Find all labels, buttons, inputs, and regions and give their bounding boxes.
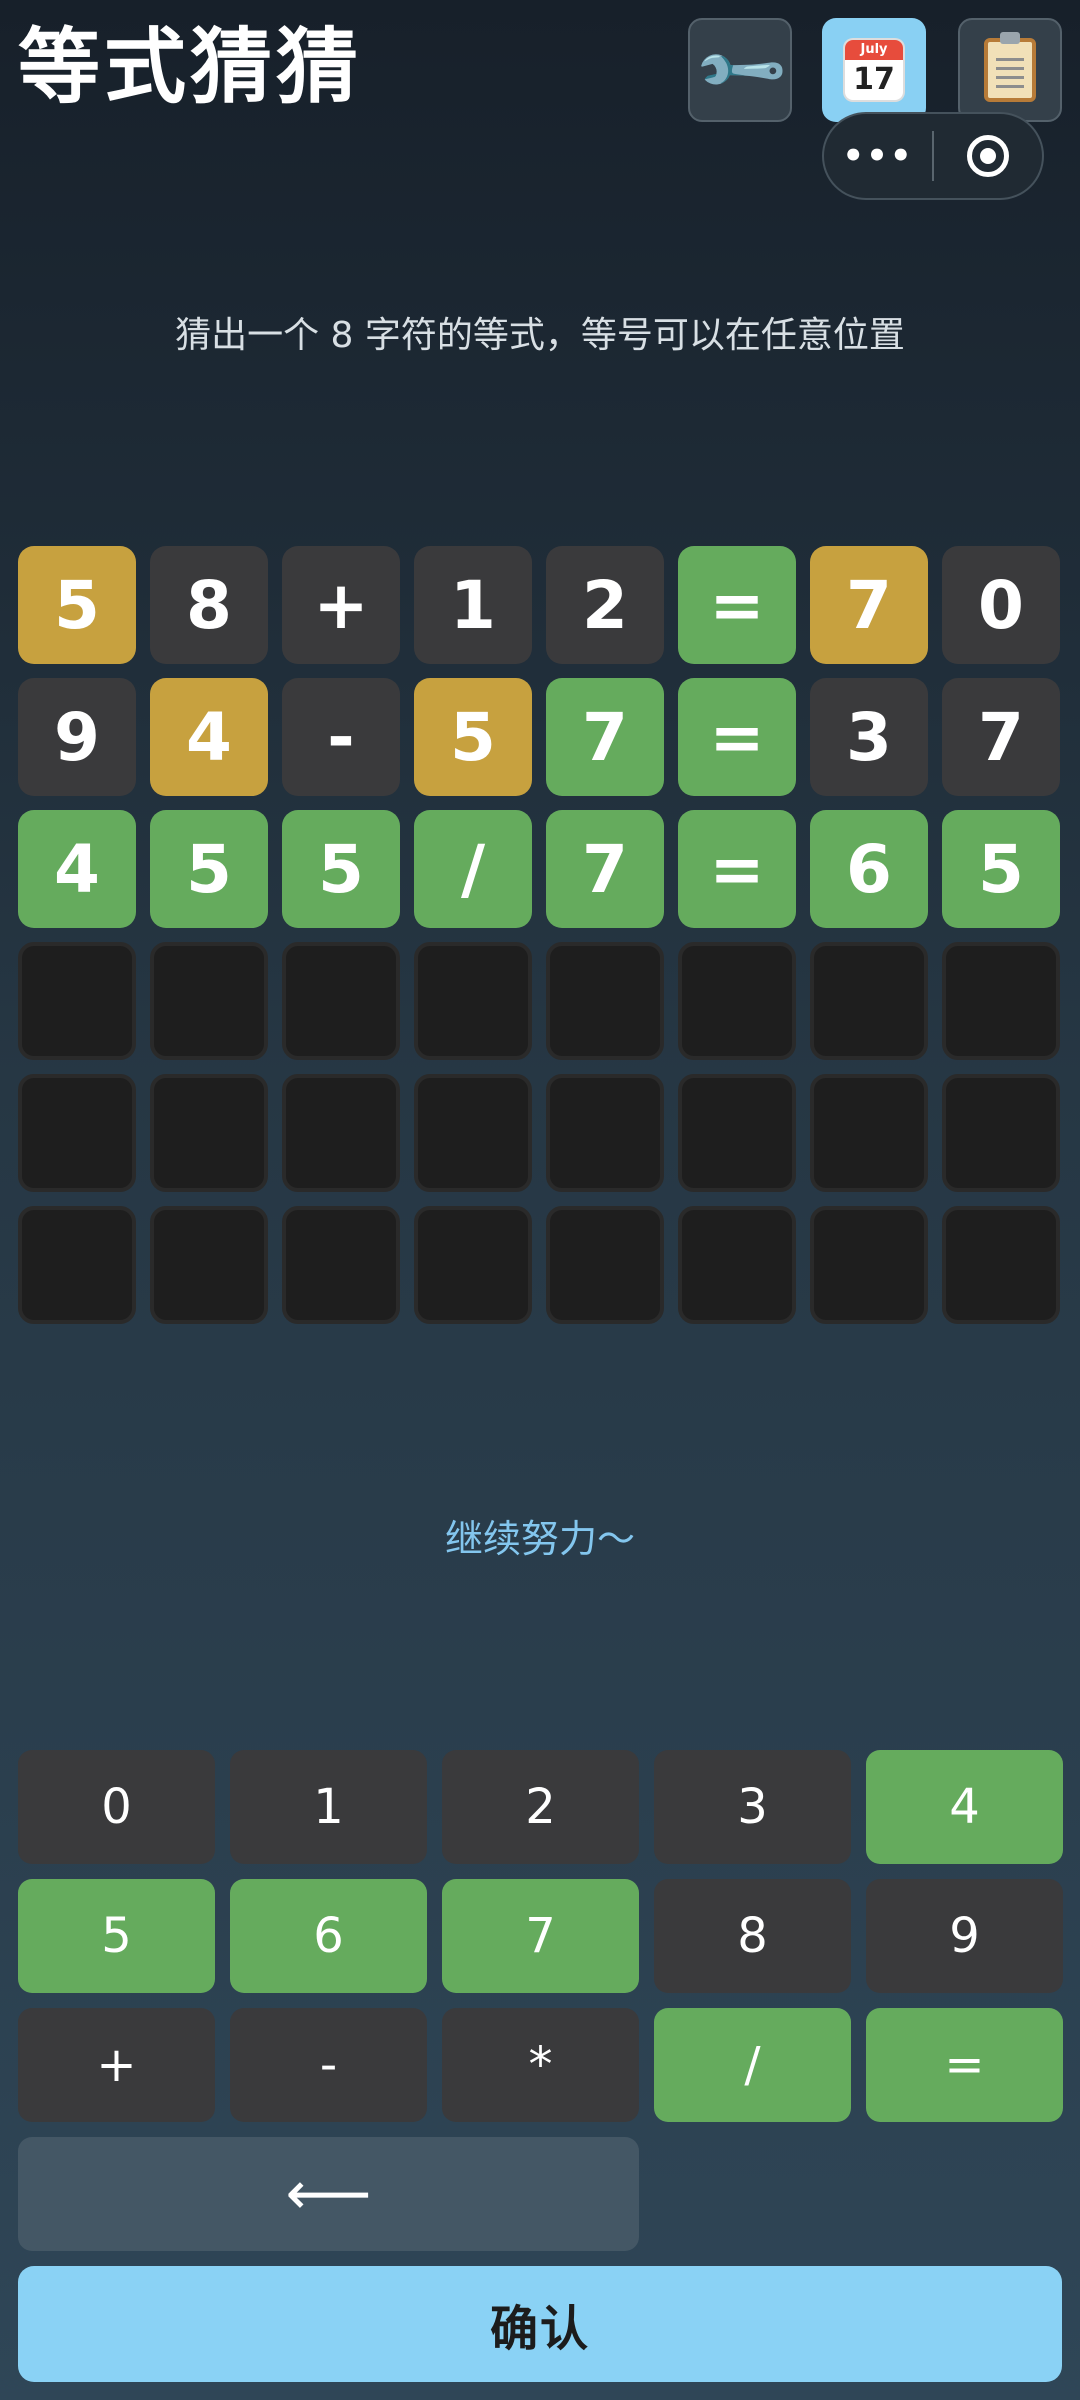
board-tile: 5 — [18, 546, 136, 664]
board-row: 4 5 5/7 = 6 5 — [18, 810, 1062, 928]
board-row: 5 8 +1 2 = 7 0 — [18, 546, 1062, 664]
status-message: 继续努力～ — [444, 1517, 635, 1561]
board-row — [18, 942, 1062, 1060]
board-tile — [546, 942, 664, 1060]
keyboard-row: + - * / = — [18, 2008, 1064, 2122]
key-button[interactable]: - — [230, 2008, 427, 2122]
key-button[interactable]: = — [866, 2008, 1063, 2122]
board-tile: = — [678, 678, 796, 796]
key-button[interactable]: 6 — [230, 1879, 427, 1993]
board-tile — [810, 1074, 928, 1192]
miniprogram-capsule: ••• — [822, 112, 1044, 200]
backspace-button[interactable]: ⟵ — [18, 2137, 639, 2251]
board-tile: 3 — [810, 678, 928, 796]
board-tile — [414, 1074, 532, 1192]
more-options-button[interactable]: ••• — [824, 136, 932, 176]
board-tile — [414, 1206, 532, 1324]
board-tile — [150, 942, 268, 1060]
wrench-icon: 🔧 — [689, 19, 792, 122]
key-button[interactable]: 3 — [654, 1750, 851, 1864]
board-tile — [414, 942, 532, 1060]
key-button[interactable]: / — [654, 2008, 851, 2122]
board-tile: / — [414, 810, 532, 928]
board-tile — [18, 942, 136, 1060]
keyboard-row: ⟵ — [18, 2137, 1064, 2251]
daily-calendar-button[interactable]: July 17 — [822, 18, 926, 122]
board-tile: = — [678, 546, 796, 664]
board-tile — [678, 1074, 796, 1192]
key-button[interactable]: 4 — [866, 1750, 1063, 1864]
board-tile — [546, 1206, 664, 1324]
board-tile — [942, 1206, 1060, 1324]
board-tile: 6 — [810, 810, 928, 928]
board-tile — [942, 1074, 1060, 1192]
target-icon — [967, 135, 1009, 177]
board-tile — [546, 1074, 664, 1192]
board-tile — [678, 1206, 796, 1324]
board-tile: 9 — [18, 678, 136, 796]
clipboard-button[interactable] — [958, 18, 1062, 122]
calendar-icon: July 17 — [845, 40, 903, 100]
page-title: 等式猜猜 — [18, 20, 363, 115]
board-tile: 7 — [810, 546, 928, 664]
board-tile — [150, 1074, 268, 1192]
board-tile — [942, 942, 1060, 1060]
board-row — [18, 1074, 1062, 1192]
board-tile: 5 — [414, 678, 532, 796]
board-tile — [678, 942, 796, 1060]
board-tile — [810, 1206, 928, 1324]
board-tile — [150, 1206, 268, 1324]
key-button[interactable]: 2 — [442, 1750, 639, 1864]
board-tile: 2 — [546, 546, 664, 664]
board-tile: = — [678, 810, 796, 928]
board-tile: 4 — [18, 810, 136, 928]
board-tile — [810, 942, 928, 1060]
board-row — [18, 1206, 1062, 1324]
board-tile: + — [282, 546, 400, 664]
key-button[interactable]: + — [18, 2008, 215, 2122]
board-tile: 8 — [150, 546, 268, 664]
board-tile: 7 — [546, 678, 664, 796]
keyboard-row: 01234 — [18, 1750, 1064, 1864]
board-tile — [282, 1206, 400, 1324]
board-tile — [18, 1206, 136, 1324]
keyboard-row: 56789 — [18, 1879, 1064, 1993]
key-button[interactable]: 5 — [18, 1879, 215, 1993]
board-tile: 1 — [414, 546, 532, 664]
board-tile — [18, 1074, 136, 1192]
guess-board: 5 8 +1 2 = 7 0 9 4-5 7 = 3 7 4 5 5/7 = 6 5 — [18, 546, 1062, 1338]
board-tile: 7 — [942, 678, 1060, 796]
board-tile: 7 — [546, 810, 664, 928]
board-tile: 4 — [150, 678, 268, 796]
settings-button[interactable]: 🔧 — [688, 18, 792, 122]
board-tile: - — [282, 678, 400, 796]
board-tile: 5 — [942, 810, 1060, 928]
keyboard: 0 1 2 3 4 5 6 7 8 9 + - * / = ⟵ — [18, 1750, 1064, 2266]
board-tile — [282, 1074, 400, 1192]
key-button[interactable]: 1 — [230, 1750, 427, 1864]
confirm-button[interactable]: 确认 — [18, 2266, 1062, 2382]
calendar-month: July — [845, 40, 903, 60]
board-tile — [282, 942, 400, 1060]
clipboard-icon — [984, 32, 1036, 102]
close-miniprogram-button[interactable] — [934, 135, 1042, 177]
board-tile: 0 — [942, 546, 1060, 664]
board-tile: 5 — [150, 810, 268, 928]
key-button[interactable]: 9 — [866, 1879, 1063, 1993]
key-button[interactable]: * — [442, 2008, 639, 2122]
key-button[interactable]: 7 — [442, 1879, 639, 1993]
board-row: 9 4-5 7 = 3 7 — [18, 678, 1062, 796]
instruction-text: 猜出一个 8 字符的等式，等号可以在任意位置 — [175, 315, 905, 356]
key-button[interactable]: 0 — [18, 1750, 215, 1864]
board-tile: 5 — [282, 810, 400, 928]
key-button[interactable]: 8 — [654, 1879, 851, 1993]
calendar-day: 17 — [853, 62, 895, 97]
